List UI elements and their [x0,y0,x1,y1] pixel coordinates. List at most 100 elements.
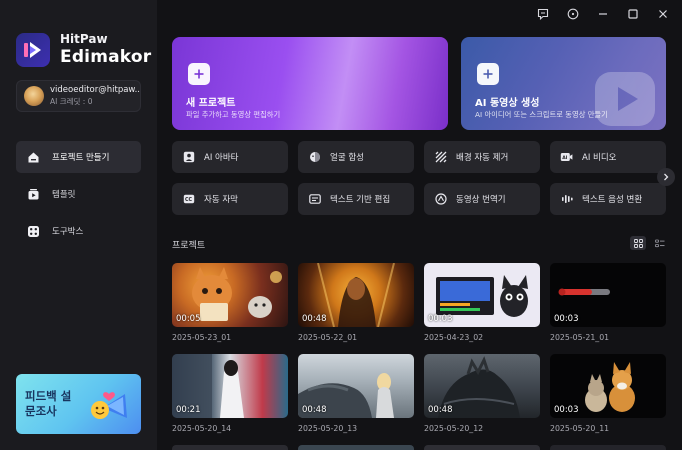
close-icon[interactable] [652,6,674,22]
sidebar-item-label: 템플릿 [52,190,76,200]
background-remove-icon [434,151,447,164]
tool-label: 텍스트 기반 편집 [330,195,391,205]
project-card-partial[interactable] [172,445,288,450]
tool-label: 얼굴 합성 [330,153,364,163]
sidebar-nav: 프로젝트 만들기 템플릿 도구박스 [16,141,141,252]
project-card-partial[interactable] [298,445,414,450]
play-icon [590,67,660,130]
face-swap-icon [308,151,321,164]
translate-icon [434,193,447,206]
project-thumbnail: 00:48 [298,263,414,327]
sidebar: HitPaw Edimakor videoeditor@hitpaw... AI… [0,0,157,450]
grid-icon [633,238,643,248]
new-project-subtitle: 파일 추가하고 동영상 편집하기 [186,110,281,119]
project-card[interactable]: 00:03 2025-05-20_11 [550,354,666,433]
plus-icon [477,63,499,85]
text-edit-icon [308,193,321,206]
ai-video-generate-card[interactable]: AI 동영상 생성 AI 아이디어 또는 스크립트로 동영상 만들기 [461,37,666,130]
project-name: 2025-05-22_01 [298,333,358,342]
project-name: 2025-04-23_02 [424,333,484,342]
project-name: 2025-05-20_11 [550,424,610,433]
tool-face-swap[interactable]: 얼굴 합성 [298,141,414,173]
tool-background-remove[interactable]: 배경 자동 제거 [424,141,540,173]
subtitle-icon: CC [182,193,195,206]
tool-label: AI 비디오 [582,153,617,163]
project-card[interactable]: 00:48 2025-05-20_13 [298,354,414,433]
project-card[interactable]: 00:03 2025-05-21_01 [550,263,666,342]
project-card-partial[interactable] [424,445,540,450]
avatar [24,86,44,106]
project-card[interactable]: 00:48 2025-05-22_01 [298,263,414,342]
tool-text-based-edit[interactable]: 텍스트 기반 편집 [298,183,414,215]
project-thumbnail: 00:03 [424,263,540,327]
tool-text-to-speech[interactable]: 텍스트 음성 변환 [550,183,666,215]
brand-name: HitPaw [60,32,108,46]
sidebar-item-label: 프로젝트 만들기 [52,153,110,163]
project-duration: 00:05 [176,314,201,324]
tool-ai-avatar[interactable]: AI 아바타 [172,141,288,173]
brand: HitPaw Edimakor [16,32,151,68]
project-name: 2025-05-21_01 [550,333,610,342]
project-card-partial[interactable] [550,445,666,450]
help-icon[interactable] [562,6,584,22]
project-name: 2025-05-20_14 [172,424,232,433]
plus-icon [188,63,210,85]
list-icon [655,239,665,247]
project-thumbnail: 00:03 [550,263,666,327]
chevron-right-icon [664,173,669,181]
project-duration: 00:03 [428,314,453,324]
projects-title: 프로젝트 [172,241,206,251]
app-logo [16,33,50,67]
tool-label: 동영상 번역기 [456,195,506,205]
tools-next-button[interactable] [657,168,675,186]
project-card[interactable]: 00:21 2025-05-20_14 [172,354,288,433]
sidebar-item-label: 도구박스 [52,227,84,237]
tool-auto-subtitle[interactable]: CC 자동 자막 [172,183,288,215]
project-duration: 00:48 [302,314,327,324]
project-duration: 00:48 [428,405,453,415]
maximize-icon[interactable] [622,6,644,22]
window-controls [524,6,674,22]
project-name: 2025-05-20_13 [298,424,358,433]
ai-video-generate-subtitle: AI 아이디어 또는 스크립트로 동영상 만들기 [475,110,608,119]
feedback-survey-banner[interactable]: 피드백 설문조사 [16,374,141,434]
project-thumbnail: 00:48 [298,354,414,418]
project-card[interactable]: 00:03 2025-04-23_02 [424,263,540,342]
ai-video-generate-title: AI 동영상 생성 [475,98,540,109]
project-card[interactable]: 00:48 2025-05-20_12 [424,354,540,433]
project-thumbnail: 00:48 [424,354,540,418]
sidebar-item-toolbox[interactable]: 도구박스 [16,215,141,247]
tool-label: AI 아바타 [204,153,239,163]
tool-label: 배경 자동 제거 [456,153,509,163]
toolbox-icon [26,224,40,238]
tool-ai-video[interactable]: AI AI 비디오 [550,141,666,173]
tool-video-translator[interactable]: 동영상 번역기 [424,183,540,215]
template-icon [26,187,40,201]
tool-label: 텍스트 음성 변환 [582,195,643,205]
project-name: 2025-05-23_01 [172,333,232,342]
svg-text:AI: AI [562,155,567,161]
project-duration: 00:21 [176,405,201,415]
sidebar-item-create-project[interactable]: 프로젝트 만들기 [16,141,141,173]
account-email: videoeditor@hitpaw... [50,85,140,95]
list-view-button[interactable] [652,236,668,250]
text-to-speech-icon [560,193,573,206]
minimize-icon[interactable] [592,6,614,22]
product-name: Edimakor [60,47,152,67]
project-name: 2025-05-20_12 [424,424,484,433]
home-icon [26,150,40,164]
project-card[interactable]: 00:05 2025-05-23_01 [172,263,288,342]
project-thumbnail: 00:21 [172,354,288,418]
megaphone-icon [85,388,133,428]
new-project-card[interactable]: 새 프로젝트 파일 추가하고 동영상 편집하기 [172,37,448,130]
project-thumbnail: 00:05 [172,263,288,327]
ai-credits: AI 크레딧 : 0 [50,97,93,106]
project-duration: 00:48 [302,405,327,415]
avatar-icon [182,151,195,164]
grid-view-button[interactable] [630,236,646,250]
sidebar-item-templates[interactable]: 템플릿 [16,178,141,210]
feedback-icon[interactable] [532,6,554,22]
tool-label: 자동 자막 [204,195,238,205]
project-duration: 00:03 [554,405,579,415]
account-panel[interactable]: videoeditor@hitpaw... AI 크레딧 : 0 [16,80,141,112]
